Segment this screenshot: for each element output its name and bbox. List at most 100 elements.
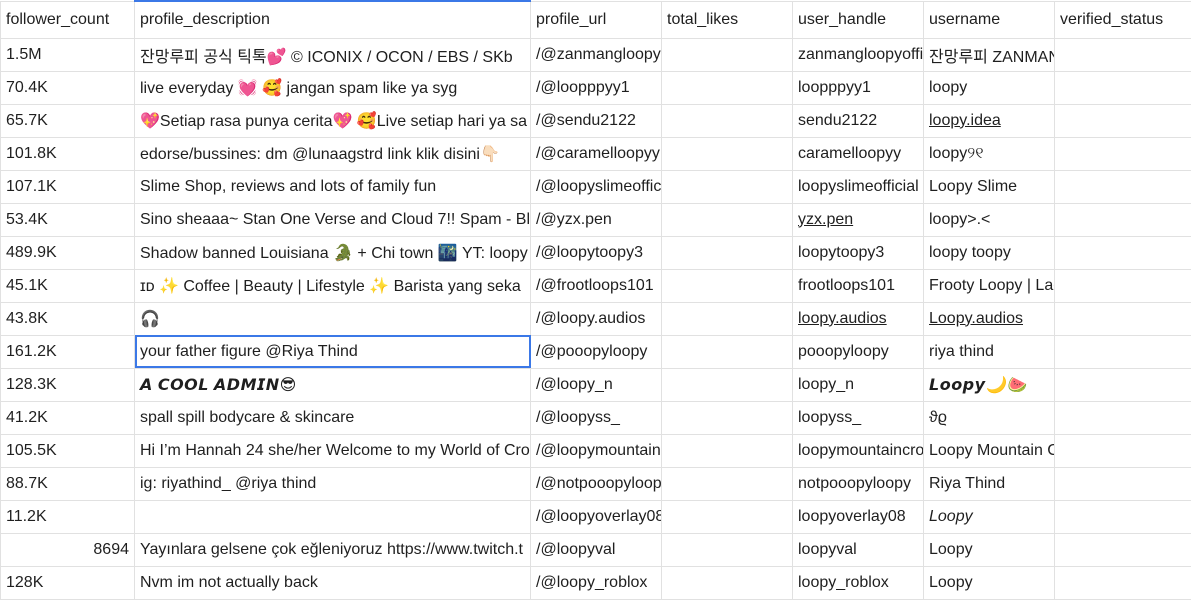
cell-profile-description[interactable]: spall spill bodycare & skincare <box>134 400 531 435</box>
cell-profile-url[interactable]: /@frootloops101 <box>530 268 662 303</box>
column-header-profile-url[interactable]: profile_url <box>530 0 662 39</box>
cell-profile-description[interactable]: ɪᴅ ✨ Coffee | Beauty | Lifestyle ✨ Baris… <box>134 268 531 303</box>
cell-verified-status[interactable] <box>1054 565 1191 600</box>
cell-profile-description[interactable] <box>134 499 531 534</box>
cell-verified-status[interactable] <box>1054 202 1191 237</box>
cell-follower-count[interactable]: 88.7K <box>0 466 135 501</box>
cell-total-likes[interactable] <box>661 433 793 468</box>
cell-user-handle[interactable]: caramelloopyy <box>792 136 924 171</box>
column-header-user-handle[interactable]: user_handle <box>792 0 924 39</box>
cell-profile-description[interactable]: 🎧 <box>134 301 531 336</box>
cell-verified-status[interactable] <box>1054 301 1191 336</box>
cell-follower-count[interactable]: 70.4K <box>0 70 135 105</box>
cell-profile-url[interactable]: /@zanmangloopyofficial <box>530 37 662 72</box>
cell-verified-status[interactable] <box>1054 37 1191 72</box>
cell-username[interactable]: 𝙇𝙤𝙤𝙥𝙮🌙🍉 <box>923 367 1055 402</box>
cell-profile-url[interactable]: /@loopyval <box>530 532 662 567</box>
cell-user-handle[interactable]: yzx.pen <box>792 202 924 237</box>
cell-total-likes[interactable] <box>661 466 793 501</box>
cell-verified-status[interactable] <box>1054 466 1191 501</box>
cell-follower-count[interactable]: 128K <box>0 565 135 600</box>
cell-verified-status[interactable] <box>1054 400 1191 435</box>
cell-profile-description[interactable]: live everyday 💓 🥰 jangan spam like ya sy… <box>134 70 531 105</box>
cell-profile-description[interactable]: 💖Setiap rasa punya cerita💖 🥰Live setiap … <box>134 103 531 138</box>
cell-profile-url[interactable]: /@loopppyy1 <box>530 70 662 105</box>
cell-user-handle[interactable]: loopyslimeofficial <box>792 169 924 204</box>
cell-profile-description[interactable]: Yayınlara gelsene çok eğleniyoruz https:… <box>134 532 531 567</box>
cell-profile-description[interactable]: Sino sheaaa~ Stan One Verse and Cloud 7!… <box>134 202 531 237</box>
column-header-follower-count[interactable]: follower_count <box>0 0 135 39</box>
cell-verified-status[interactable] <box>1054 268 1191 303</box>
cell-profile-description[interactable]: your father figure @Riya Thind <box>134 334 531 369</box>
cell-username[interactable]: loopy୨୧ <box>923 136 1055 171</box>
cell-username[interactable]: Loopy.audios <box>923 301 1055 336</box>
cell-username[interactable]: Loopy <box>923 499 1055 534</box>
cell-user-handle[interactable]: pooopyloopy <box>792 334 924 369</box>
cell-profile-description[interactable]: Hi I’m Hannah 24 she/her Welcome to my W… <box>134 433 531 468</box>
cell-user-handle[interactable]: loopymountaincro <box>792 433 924 468</box>
cell-user-handle[interactable]: loopyss_ <box>792 400 924 435</box>
cell-follower-count[interactable]: 43.8K <box>0 301 135 336</box>
cell-verified-status[interactable] <box>1054 367 1191 402</box>
cell-follower-count[interactable]: 105.5K <box>0 433 135 468</box>
cell-user-handle[interactable]: loopy_roblox <box>792 565 924 600</box>
cell-profile-url[interactable]: /@loopyoverlay08 <box>530 499 662 534</box>
cell-profile-url[interactable]: /@loopy_n <box>530 367 662 402</box>
cell-total-likes[interactable] <box>661 565 793 600</box>
cell-profile-description[interactable]: Nvm im not actually back <box>134 565 531 600</box>
cell-total-likes[interactable] <box>661 532 793 567</box>
cell-total-likes[interactable] <box>661 235 793 270</box>
cell-follower-count[interactable]: 489.9K <box>0 235 135 270</box>
cell-profile-url[interactable]: /@sendu2122 <box>530 103 662 138</box>
cell-verified-status[interactable] <box>1054 499 1191 534</box>
cell-username[interactable]: Loopy Mountain Crochet <box>923 433 1055 468</box>
cell-total-likes[interactable] <box>661 136 793 171</box>
cell-follower-count[interactable]: 45.1K <box>0 268 135 303</box>
cell-username[interactable]: loopy>.< <box>923 202 1055 237</box>
cell-profile-url[interactable]: /@notpooopyloopy <box>530 466 662 501</box>
column-header-verified-status[interactable]: verified_status <box>1054 0 1191 39</box>
cell-user-handle[interactable]: zanmangloopyoffi <box>792 37 924 72</box>
cell-username[interactable]: Frooty Loopy | Lagi hobi lari <box>923 268 1055 303</box>
cell-total-likes[interactable] <box>661 367 793 402</box>
cell-follower-count[interactable]: 8694 <box>0 532 135 567</box>
cell-profile-url[interactable]: /@pooopyloopy <box>530 334 662 369</box>
cell-username[interactable]: loopy.idea <box>923 103 1055 138</box>
cell-profile-description[interactable]: edorse/bussines: dm @lunaagstrd link kli… <box>134 136 531 171</box>
cell-profile-description[interactable]: Slime Shop, reviews and lots of family f… <box>134 169 531 204</box>
cell-profile-url[interactable]: /@loopy_roblox <box>530 565 662 600</box>
cell-total-likes[interactable] <box>661 202 793 237</box>
cell-follower-count[interactable]: 11.2K <box>0 499 135 534</box>
cell-username[interactable]: ϑϱ <box>923 400 1055 435</box>
cell-user-handle[interactable]: loopy.audios <box>792 301 924 336</box>
cell-user-handle[interactable]: sendu2122 <box>792 103 924 138</box>
cell-verified-status[interactable] <box>1054 70 1191 105</box>
column-header-total-likes[interactable]: total_likes <box>661 0 793 39</box>
cell-profile-url[interactable]: /@loopytoopy3 <box>530 235 662 270</box>
cell-username[interactable]: loopy <box>923 70 1055 105</box>
column-header-profile-description[interactable]: profile_description <box>134 0 531 39</box>
cell-verified-status[interactable] <box>1054 169 1191 204</box>
cell-profile-url[interactable]: /@loopyss_ <box>530 400 662 435</box>
cell-total-likes[interactable] <box>661 169 793 204</box>
cell-follower-count[interactable]: 128.3K <box>0 367 135 402</box>
cell-follower-count[interactable]: 107.1K <box>0 169 135 204</box>
cell-username[interactable]: riya thind <box>923 334 1055 369</box>
cell-username[interactable]: 잔망루피 ZANMANG LOOPY <box>923 37 1055 72</box>
cell-user-handle[interactable]: loopyval <box>792 532 924 567</box>
cell-total-likes[interactable] <box>661 70 793 105</box>
cell-total-likes[interactable] <box>661 301 793 336</box>
cell-user-handle[interactable]: loopy_n <box>792 367 924 402</box>
cell-total-likes[interactable] <box>661 499 793 534</box>
cell-verified-status[interactable] <box>1054 334 1191 369</box>
cell-username[interactable]: loopy toopy <box>923 235 1055 270</box>
cell-verified-status[interactable] <box>1054 235 1191 270</box>
cell-follower-count[interactable]: 161.2K <box>0 334 135 369</box>
cell-verified-status[interactable] <box>1054 136 1191 171</box>
cell-total-likes[interactable] <box>661 268 793 303</box>
cell-profile-description[interactable]: 잔망루피 공식 틱톡💕 © ICONIX / OCON / EBS / SKb <box>134 37 531 72</box>
cell-follower-count[interactable]: 101.8K <box>0 136 135 171</box>
cell-user-handle[interactable]: frootloops101 <box>792 268 924 303</box>
cell-total-likes[interactable] <box>661 103 793 138</box>
cell-profile-url[interactable]: /@caramelloopyy <box>530 136 662 171</box>
